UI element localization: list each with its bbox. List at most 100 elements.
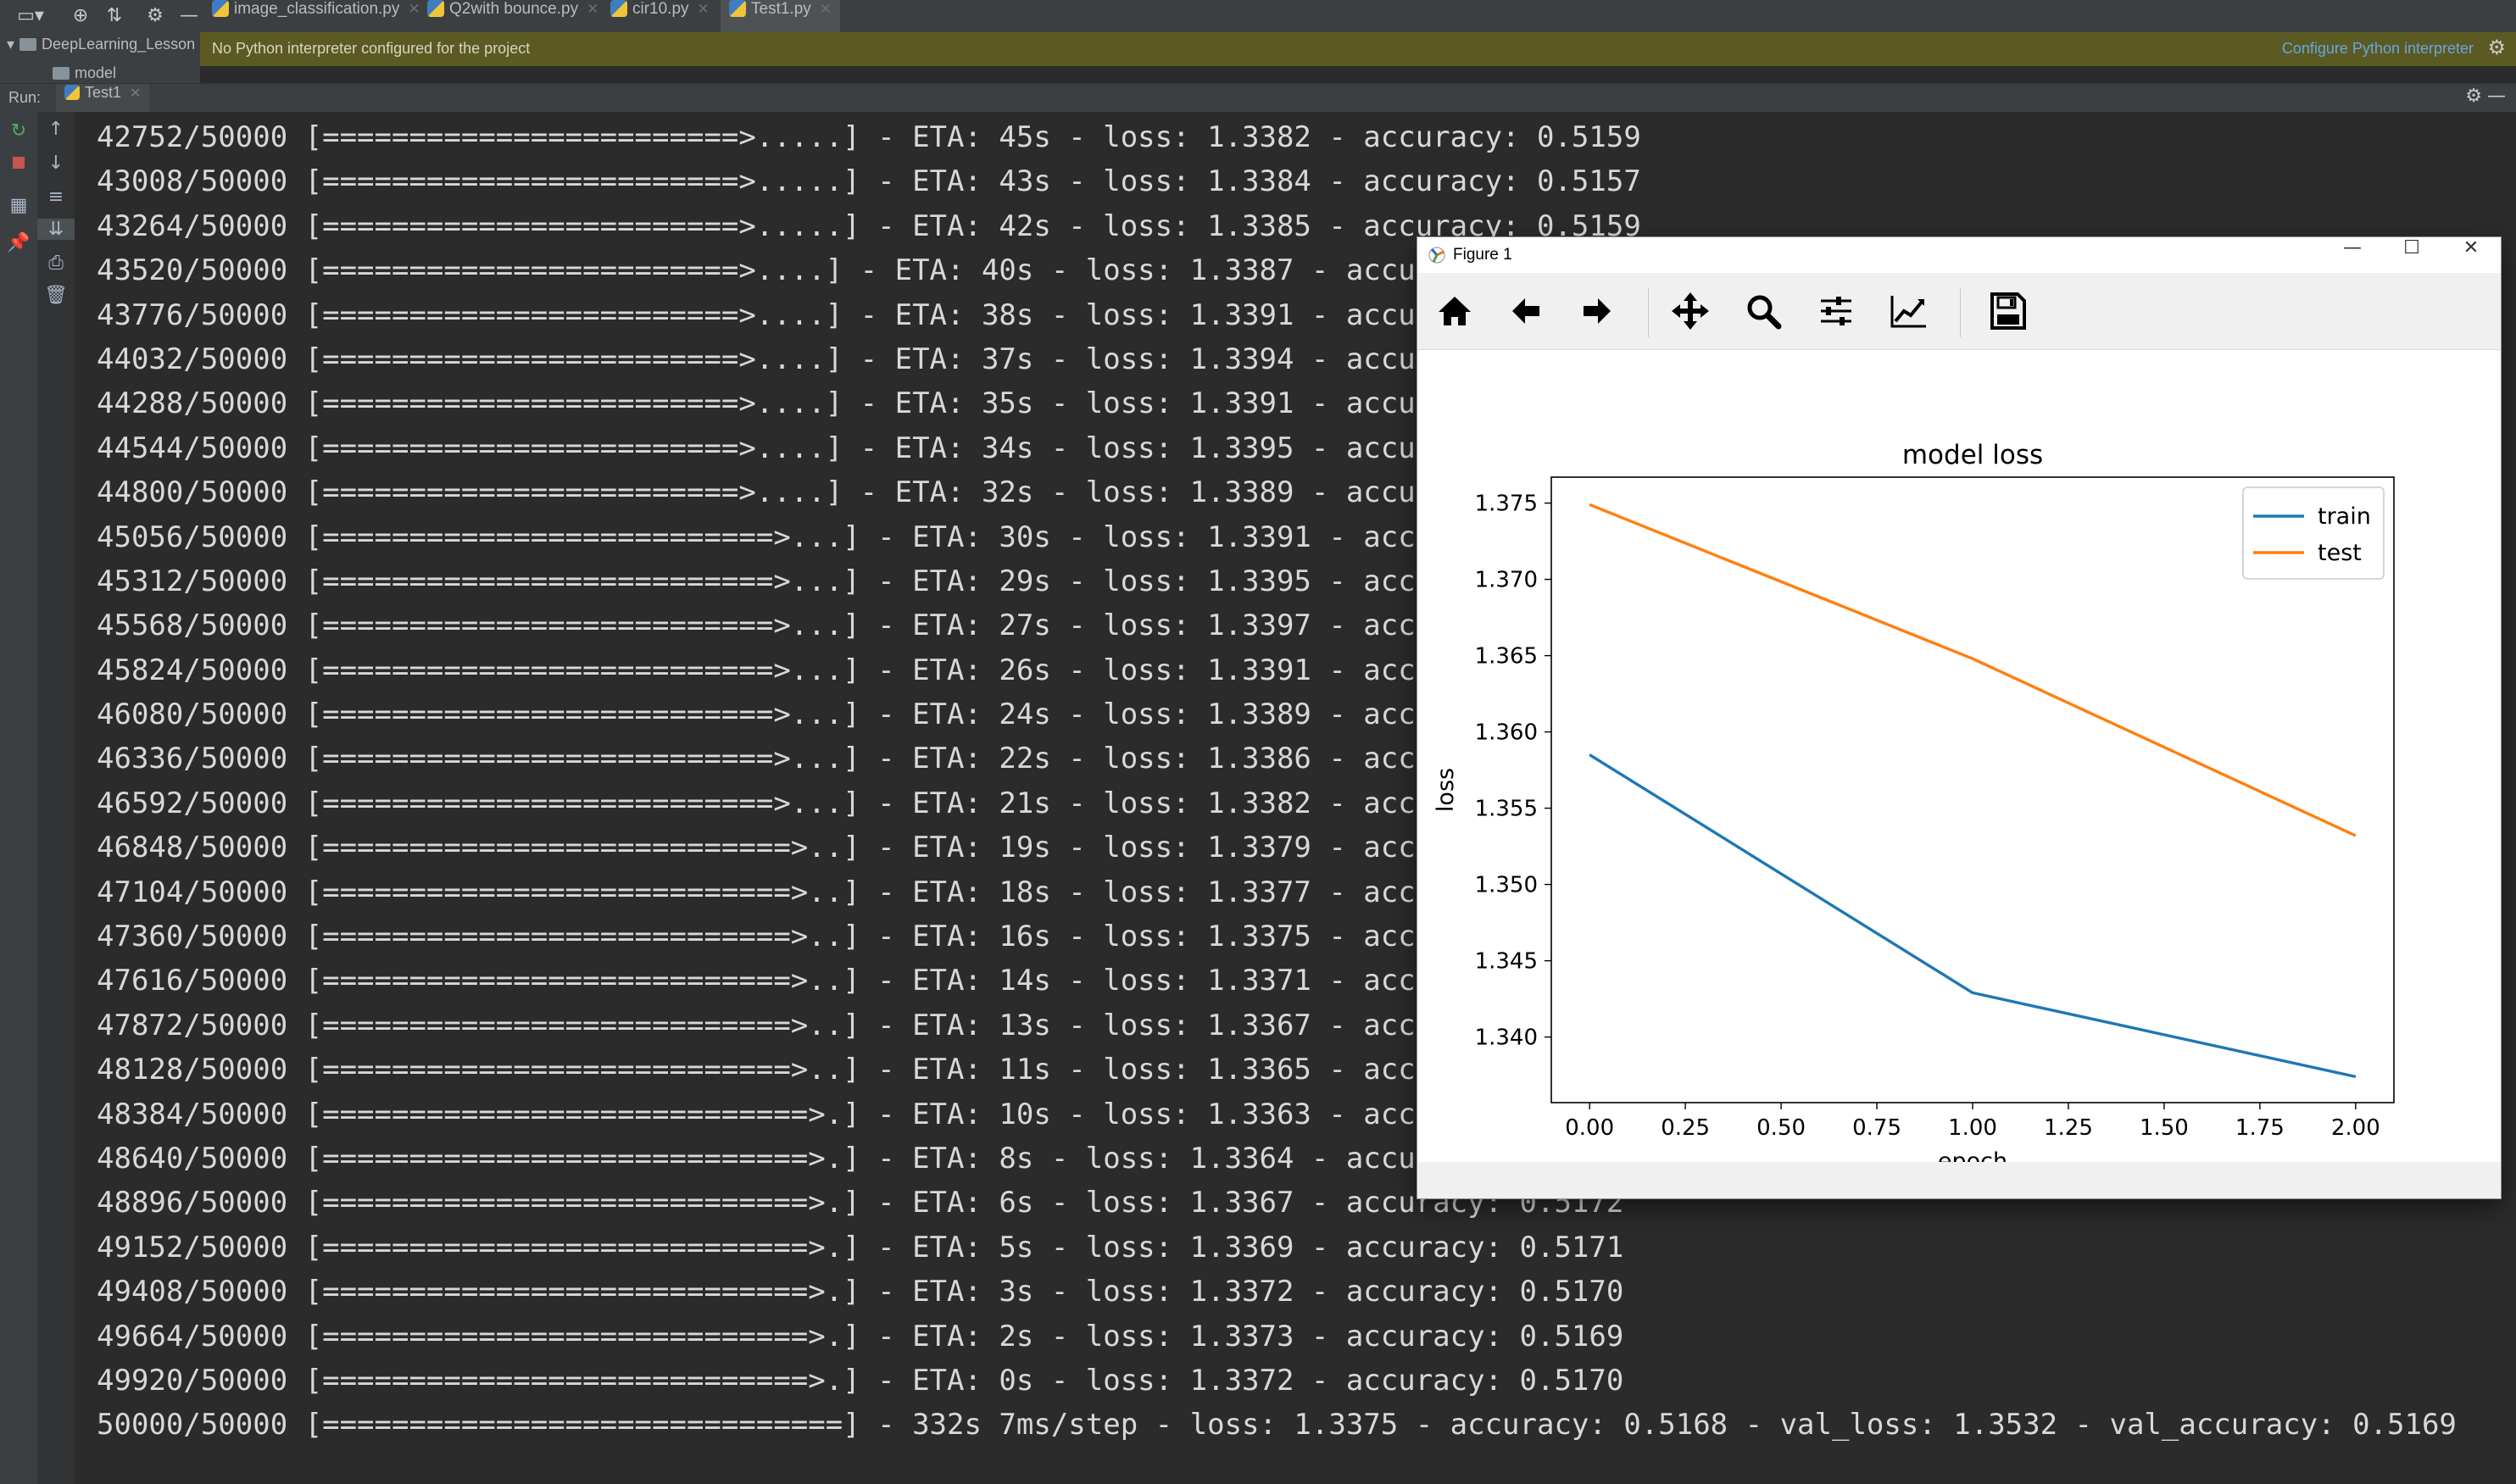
console-line: 49664/50000 [===========================… — [97, 1319, 1624, 1353]
tab-cir10[interactable]: cir10.py ✕ — [610, 0, 710, 32]
series-line-test — [1589, 503, 2357, 837]
gear-icon[interactable]: ⚙ — [2465, 86, 2482, 107]
home-icon[interactable] — [1429, 286, 1480, 336]
data-point-train — [1589, 754, 1590, 756]
x-tick-label: 0.00 — [1565, 1115, 1614, 1141]
figure-titlebar[interactable]: Figure 1 — ☐ ✕ — [1417, 237, 2501, 273]
tab-label: image_classification.py — [234, 0, 400, 18]
editor-tab-bar: ▭▾ ⊕ ⇅ ⚙ — image_classification.py ✕ Q2wi… — [0, 0, 2516, 33]
gear-icon[interactable]: ⚙ — [2487, 36, 2506, 59]
zoom-icon[interactable] — [1738, 286, 1789, 336]
matplotlib-icon — [1428, 247, 1445, 264]
console-line: 49152/50000 [===========================… — [97, 1230, 1624, 1264]
console-actions-gutter: ↑ ↓ ≡ ⇊ ⎙ 🗑 — [37, 112, 75, 1484]
locate-icon[interactable]: ⊕ — [66, 3, 95, 29]
y-tick-label: 1.370 — [1475, 568, 1538, 593]
console-line: 49920/50000 [===========================… — [97, 1363, 1624, 1398]
python-file-icon — [427, 0, 444, 17]
scroll-down-icon[interactable]: ↓ — [37, 153, 75, 174]
tab-image-classification[interactable]: image_classification.py ✕ — [212, 0, 420, 32]
run-label: Run: — [8, 89, 42, 106]
stop-icon[interactable] — [0, 153, 37, 174]
x-tick-label: 0.75 — [1852, 1115, 1901, 1141]
close-icon[interactable]: ✕ — [130, 86, 141, 101]
close-button[interactable]: ✕ — [2441, 237, 2501, 273]
rerun-icon[interactable]: ↻ — [0, 120, 37, 142]
close-icon[interactable]: ✕ — [408, 1, 420, 17]
tab-q2with-bounce[interactable]: Q2with bounce.py ✕ — [427, 0, 598, 32]
run-config-tab[interactable]: Test1 ✕ — [56, 84, 150, 113]
run-actions-gutter: ↻ ▦ 📌 — [0, 112, 37, 1484]
tab-label: Q2with bounce.py — [449, 0, 579, 18]
maximize-button[interactable]: ☐ — [2382, 237, 2441, 273]
x-tick-label: 2.00 — [2331, 1115, 2380, 1141]
layout-icon[interactable]: ▦ — [0, 195, 37, 216]
minimize-button[interactable]: — — [2323, 237, 2382, 273]
toolbar-separator — [1648, 288, 1649, 337]
console-line: 49408/50000 [===========================… — [97, 1275, 1624, 1309]
figure-title: Figure 1 — [1453, 246, 1512, 264]
figure-window: Figure 1 — ☐ ✕ 0.00 0.25 0.50 0.75 1.00 … — [1417, 237, 2501, 1198]
data-point-train — [2355, 1075, 2357, 1077]
y-tick-label: 1.340 — [1475, 1025, 1538, 1051]
y-axis-label: loss — [1433, 768, 1459, 812]
folder-icon — [53, 67, 70, 80]
project-view-icon[interactable]: ▭▾ — [8, 3, 53, 29]
series-line-train — [1589, 753, 2357, 1079]
scroll-up-icon[interactable]: ↑ — [37, 119, 75, 140]
folder-label: model — [75, 64, 117, 81]
settings-gear-icon[interactable]: ⚙ — [141, 3, 170, 29]
interpreter-warning-text: No Python interpreter configured for the… — [212, 40, 531, 57]
chart-title: model loss — [1902, 440, 2043, 470]
figure-toolbar — [1417, 273, 2501, 350]
python-file-icon — [729, 0, 746, 17]
print-icon[interactable]: ⎙ — [37, 253, 75, 274]
close-icon[interactable]: ✕ — [698, 1, 710, 17]
collapse-all-icon[interactable]: ⇅ — [100, 3, 129, 29]
x-tick-label: 1.00 — [1948, 1115, 1997, 1141]
y-tick-label: 1.355 — [1475, 797, 1538, 822]
console-line: 42752/50000 [========================>..… — [97, 120, 1641, 154]
scroll-to-end-icon[interactable]: ⇊ — [37, 219, 75, 240]
hide-icon[interactable]: — — [176, 3, 202, 29]
x-axis-label: epoch — [1938, 1148, 2007, 1162]
run-toolwindow-header: Run: Test1 ✕ ⚙ — — [0, 83, 2516, 114]
y-tick-label: 1.365 — [1475, 644, 1538, 670]
back-arrow-icon[interactable] — [1500, 286, 1551, 336]
expand-arrow-icon[interactable]: ▾ — [7, 36, 14, 53]
y-tick-label: 1.345 — [1475, 949, 1538, 975]
pan-icon[interactable] — [1665, 286, 1716, 336]
project-bar: ▾ DeepLearning_Lesson No Python interpret… — [0, 32, 2516, 66]
y-tick-label: 1.350 — [1475, 873, 1538, 898]
trash-icon[interactable]: 🗑 — [37, 285, 75, 306]
x-tick-label: 1.25 — [2044, 1115, 2093, 1141]
forward-arrow-icon[interactable] — [1572, 286, 1623, 336]
figure-statusbar — [1417, 1162, 2501, 1198]
close-icon[interactable]: ✕ — [587, 1, 598, 17]
x-tick-label: 1.75 — [2235, 1115, 2285, 1141]
figure-canvas[interactable]: 0.00 0.25 0.50 0.75 1.00 1.25 1.50 1.75 2.00 1.34… — [1417, 350, 2501, 1162]
console-line: 43008/50000 [========================>..… — [97, 164, 1641, 199]
project-root[interactable]: ▾ DeepLearning_Lesson — [7, 36, 195, 53]
legend-label-test: test — [2318, 540, 2362, 566]
close-icon[interactable]: ✕ — [820, 1, 832, 17]
tab-test1[interactable]: Test1.py ✕ — [721, 0, 841, 32]
y-tick-label: 1.375 — [1475, 492, 1538, 517]
legend-box — [2242, 486, 2385, 580]
tab-label: Test1.py — [751, 0, 811, 18]
minimize-icon[interactable]: — — [2487, 86, 2506, 107]
tab-label: cir10.py — [632, 0, 689, 18]
x-tick-label: 0.25 — [1661, 1115, 1710, 1141]
configure-interpreter-link[interactable]: Configure Python interpreter — [2282, 40, 2474, 58]
python-file-icon — [64, 85, 80, 100]
configure-subplots-icon[interactable] — [1811, 286, 1862, 336]
x-tick-label: 1.50 — [2140, 1115, 2189, 1141]
interpreter-warning-banner: No Python interpreter configured for the… — [200, 32, 2516, 66]
folder-icon — [19, 38, 37, 51]
edit-axes-icon[interactable] — [1884, 286, 1934, 336]
pin-icon[interactable]: 📌 — [0, 232, 37, 253]
project-tree-child[interactable]: model — [0, 64, 200, 83]
python-file-icon — [610, 0, 627, 17]
soft-wrap-icon[interactable]: ≡ — [37, 186, 75, 208]
save-icon[interactable] — [1982, 286, 2033, 336]
